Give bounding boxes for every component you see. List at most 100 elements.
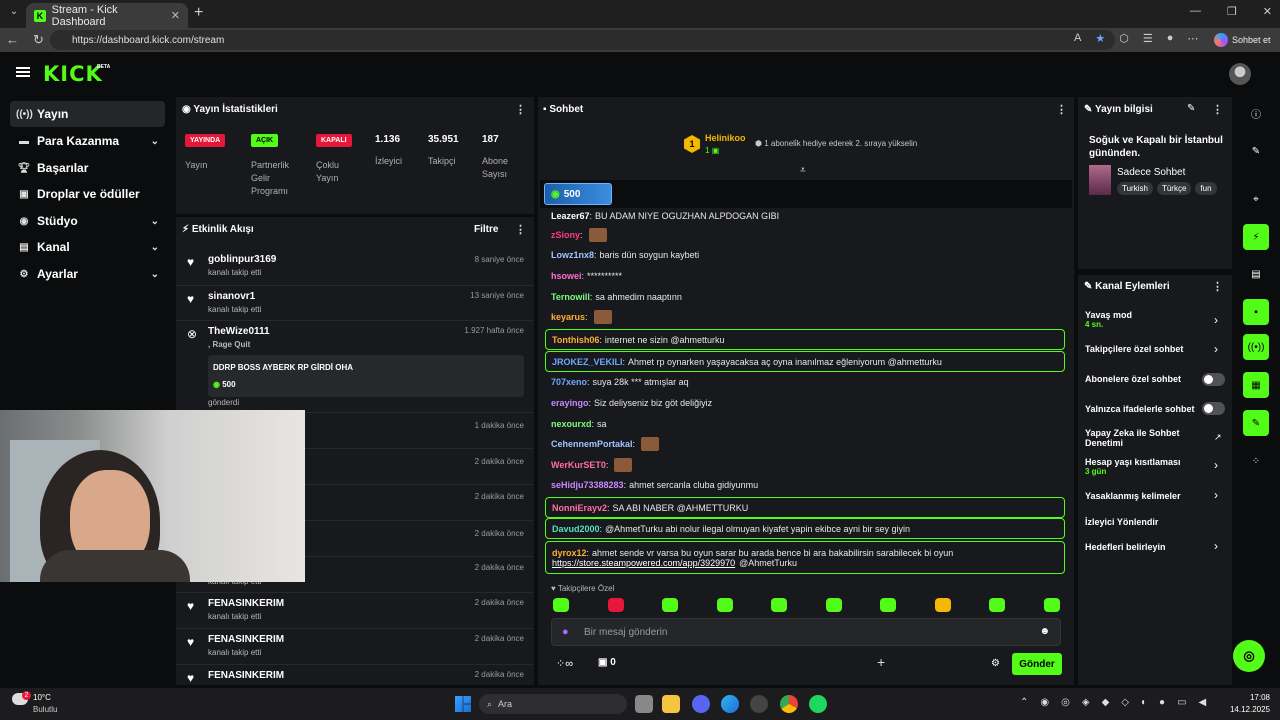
chat-icon[interactable]: ▪	[1243, 299, 1269, 325]
emote-icon[interactable]	[607, 598, 624, 612]
edit-icon[interactable]: ✎	[1187, 103, 1195, 114]
chrome-icon[interactable]	[780, 695, 798, 713]
notes-icon[interactable]: ▤	[1243, 261, 1269, 287]
chat-input[interactable]: ● Bir mesaj gönderin ☻	[551, 618, 1061, 646]
sidebar-item-yayin[interactable]: ((•)) Yayın	[10, 101, 165, 127]
layout-icon[interactable]: ▦	[1243, 372, 1269, 398]
copilot-button[interactable]: Sohbet et	[1214, 30, 1276, 50]
collections-icon[interactable]: ☰	[1143, 32, 1153, 45]
emote-only-toggle[interactable]	[1202, 402, 1225, 415]
minimize-icon[interactable]: —	[1190, 5, 1201, 18]
discord-icon[interactable]	[692, 695, 710, 713]
tag[interactable]: fun	[1195, 182, 1217, 195]
send-button[interactable]: Gönder	[1012, 653, 1062, 675]
chat-username[interactable]: NonniErayv2	[552, 503, 607, 513]
chat-username[interactable]: JROKEZ_VEKILI	[552, 357, 623, 367]
tray-app-icon[interactable]: ◈	[1082, 697, 1090, 708]
chat-username[interactable]: seHidju73388283	[551, 480, 624, 490]
chat-more-icon[interactable]: ⋮	[1056, 103, 1067, 116]
account-age-item[interactable]: Hesap yaşı kısıtlaması 3 gün	[1085, 457, 1225, 476]
chat-username[interactable]: Lowz1nx8	[551, 250, 594, 260]
sidebar-item-studyo[interactable]: ◉ Stüdyo ⌄	[10, 208, 165, 234]
sidebar-item-kanal[interactable]: ▤ Kanal ⌄	[10, 234, 165, 260]
wrench-icon[interactable]: ✎	[1243, 410, 1269, 436]
chevron-right-icon[interactable]: ›	[1214, 342, 1218, 356]
spotify-icon[interactable]	[809, 695, 827, 713]
new-tab-icon[interactable]: +	[194, 4, 203, 22]
refresh-icon[interactable]: ↻	[33, 32, 44, 48]
emote-icon[interactable]	[771, 598, 787, 612]
user-avatar[interactable]	[1229, 63, 1251, 85]
sidebar-item-droplar[interactable]: ▣ Droplar ve ödüller	[10, 181, 165, 207]
task-view-icon[interactable]	[635, 695, 653, 713]
emoji-icon[interactable]: ☻	[1039, 626, 1050, 637]
favorite-star-icon[interactable]: ★	[1095, 32, 1105, 45]
subscribers-only-toggle[interactable]	[1202, 373, 1225, 386]
support-chat-icon[interactable]: ◎	[1233, 640, 1265, 672]
chevron-right-icon[interactable]: ›	[1214, 458, 1218, 472]
ai-moderation-item[interactable]: Yapay Zeka ile Sohbet Denetimi	[1085, 428, 1200, 448]
emote-icon[interactable]	[662, 598, 678, 612]
chevron-right-icon[interactable]: ›	[1214, 313, 1218, 327]
bolt-icon[interactable]: ⚡︎	[1243, 224, 1269, 250]
users-icon[interactable]: ⁘	[1243, 448, 1269, 474]
menu-icon[interactable]	[16, 67, 30, 77]
chevron-up-icon[interactable]: ⌃	[1020, 697, 1028, 708]
followers-only-item[interactable]: Takipçilere özel sohbet	[1085, 344, 1225, 354]
chat-username[interactable]: erayingo	[551, 398, 589, 408]
close-window-icon[interactable]: ✕	[1263, 5, 1272, 18]
taskbar-search[interactable]: ⌕ Ara	[479, 694, 627, 714]
pinned-kicks[interactable]: ◉ 500	[544, 183, 612, 205]
collapse-icon[interactable]: ⩡	[800, 165, 806, 176]
screen-capture-icon[interactable]: ⌖	[1243, 186, 1269, 212]
steam-icon[interactable]	[750, 695, 768, 713]
chat-username[interactable]: CehennemPortakal	[551, 439, 633, 449]
user-list-icon[interactable]: ⁘∞	[556, 657, 573, 670]
chat-username[interactable]: Davud2000	[552, 524, 600, 534]
clock-date[interactable]: 14.12.2025	[1222, 705, 1270, 714]
external-link-icon[interactable]: ↗	[1214, 432, 1222, 443]
chat-username[interactable]: Leazer67	[551, 211, 590, 221]
banned-words-item[interactable]: Yasaklanmış kelimeler	[1085, 491, 1225, 501]
browser-tab[interactable]: K Stream - Kick Dashboard ✕	[26, 3, 188, 28]
tray-app-icon[interactable]: ◉	[1040, 697, 1049, 708]
chat-username[interactable]: nexourxd	[551, 419, 592, 429]
mic-icon[interactable]: ●	[562, 626, 569, 638]
emote-icon[interactable]	[934, 598, 951, 612]
chat-username[interactable]: WerKurSET0	[551, 460, 606, 470]
channel-actions-more-icon[interactable]: ⋮	[1212, 280, 1223, 293]
tray-app-icon[interactable]: ◐	[1141, 697, 1147, 708]
close-tab-icon[interactable]: ✕	[171, 9, 180, 22]
back-icon[interactable]: ←	[6, 32, 19, 48]
info-icon[interactable]: ⓘ	[1243, 100, 1269, 126]
tab-list-icon[interactable]: ⌄	[6, 6, 22, 22]
filter-button[interactable]: Filtre	[474, 224, 498, 235]
sidebar-item-basarilar[interactable]: 🏆︎ Başarılar	[10, 155, 165, 181]
gift-counter[interactable]: ▣ 0	[598, 657, 616, 668]
tray-app-icon[interactable]: ◎	[1061, 697, 1070, 708]
chat-username[interactable]: Tonthish06	[552, 335, 599, 345]
stream-info-more-icon[interactable]: ⋮	[1212, 103, 1223, 116]
kick-logo[interactable]: KICK	[43, 62, 103, 86]
chat-username[interactable]: 707xeno	[551, 377, 587, 387]
chevron-right-icon[interactable]: ›	[1214, 488, 1218, 502]
chat-username[interactable]: dyrox12	[552, 548, 587, 558]
emote-icon[interactable]	[716, 598, 733, 612]
volume-icon[interactable]: ◀	[1199, 697, 1207, 708]
tag[interactable]: Turkish	[1117, 182, 1153, 195]
display-icon[interactable]: ▭	[1177, 697, 1186, 708]
top-gifter-name[interactable]: Helinikoo	[705, 133, 746, 143]
pencil-icon[interactable]: ✎	[1243, 138, 1269, 164]
sidebar-item-ayarlar[interactable]: ⚙ Ayarlar ⌄	[10, 261, 165, 287]
clock-time[interactable]: 17:08	[1226, 693, 1270, 702]
chevron-right-icon[interactable]: ›	[1214, 539, 1218, 553]
emote-icon[interactable]	[880, 598, 896, 612]
chat-username[interactable]: zSiony	[551, 230, 580, 240]
restore-icon[interactable]: ❐	[1227, 5, 1237, 18]
tag[interactable]: Türkçe	[1156, 182, 1192, 195]
tray-app-icon[interactable]: ◆	[1102, 697, 1110, 708]
profile-icon[interactable]: ●	[1167, 32, 1174, 45]
activity-more-icon[interactable]: ⋮	[515, 223, 526, 236]
edge-icon[interactable]	[721, 695, 739, 713]
chat-settings-icon[interactable]: ⚙	[991, 658, 1000, 669]
